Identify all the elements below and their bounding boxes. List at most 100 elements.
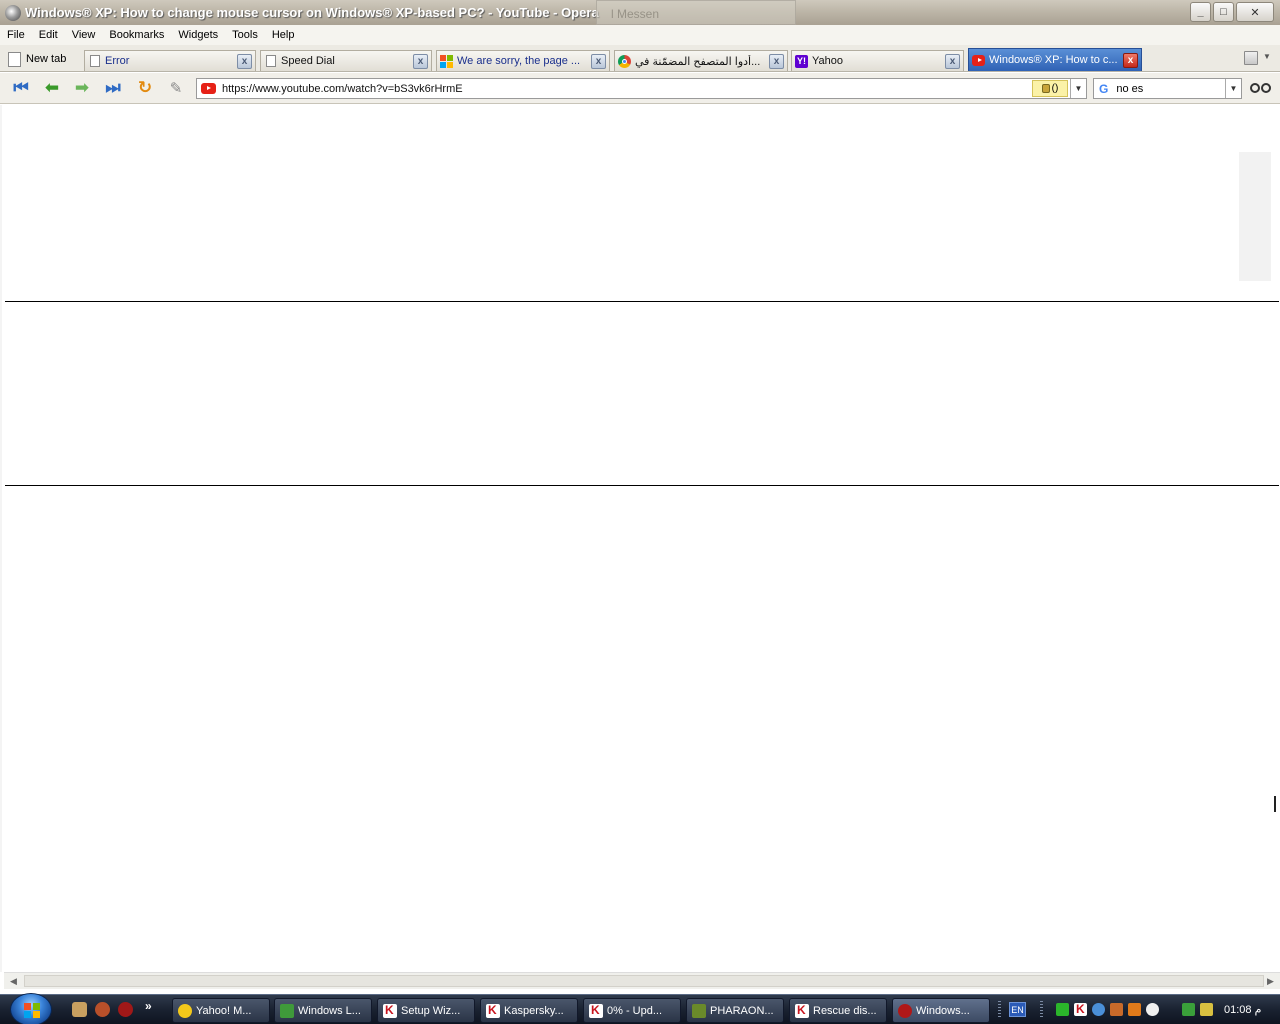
network-icon[interactable] [1182, 1003, 1195, 1016]
taskbar-button-label: Kaspersky... [504, 1004, 564, 1017]
tab-label: أدوا المتصفح المضمّنة في... [635, 55, 761, 68]
youtube-icon [972, 54, 985, 67]
kaspersky-icon [383, 1003, 397, 1018]
menu-view[interactable]: View [65, 29, 103, 41]
taskbar-pharaon[interactable]: PHARAON... [686, 998, 784, 1023]
close-window-button[interactable]: ✕ [1236, 2, 1274, 22]
messenger-tray-icon[interactable] [1092, 1003, 1105, 1016]
taskbar-button-label: PHARAON... [710, 1004, 774, 1017]
google-icon[interactable]: G [1099, 82, 1108, 96]
taskbar-button-label: Yahoo! M... [196, 1004, 252, 1017]
close-icon[interactable]: x [591, 53, 606, 69]
quick-launch-more-icon[interactable]: » [145, 999, 152, 1013]
taskbar-button-label: Windows... [916, 1004, 970, 1017]
quick-launch-icon[interactable] [72, 1002, 87, 1017]
tab-arabic[interactable]: أدوا المتصفح المضمّنة في... x [614, 50, 788, 71]
content-left-edge [0, 105, 2, 972]
maximize-button[interactable]: □ [1213, 2, 1234, 22]
menu-tools[interactable]: Tools [225, 29, 265, 41]
tab-yahoo[interactable]: Y! Yahoo x [791, 50, 964, 71]
start-button[interactable] [10, 993, 52, 1024]
page-icon [88, 55, 101, 68]
close-icon[interactable]: x [413, 53, 428, 69]
yahoo-messenger-icon [178, 1003, 192, 1018]
menu-edit[interactable]: Edit [32, 29, 65, 41]
page-content[interactable] [0, 105, 1280, 972]
opera-icon [898, 1003, 912, 1018]
chevron-down-icon[interactable]: ▼ [1070, 79, 1086, 98]
chevron-down-icon[interactable]: ▼ [1225, 79, 1241, 98]
fast-forward-icon[interactable]: ⏭ [102, 78, 124, 98]
search-query[interactable]: no es [1116, 83, 1225, 95]
taskbar-button-label: 0% - Upd... [607, 1004, 663, 1017]
back-icon[interactable]: ⬅ [41, 78, 63, 98]
tab-we-are-sorry[interactable]: We are sorry, the page ... x [436, 50, 610, 71]
taskbar-grip[interactable] [1040, 1001, 1043, 1019]
rewind-icon[interactable]: ⏮ [10, 78, 32, 98]
tab-label: Yahoo [812, 55, 843, 67]
tray-icon[interactable] [1128, 1003, 1141, 1016]
lock-icon [1041, 84, 1050, 93]
menu-widgets[interactable]: Widgets [171, 29, 225, 41]
divider-line [5, 301, 1279, 302]
chevron-down-icon[interactable]: ▼ [1263, 52, 1271, 61]
address-field[interactable]: https://www.youtube.com/watch?v=bS3vk6rH… [196, 78, 1087, 99]
menu-help[interactable]: Help [265, 29, 302, 41]
tray-icon[interactable] [1146, 1003, 1159, 1016]
green-flag-icon[interactable] [1056, 1003, 1069, 1016]
menu-bookmarks[interactable]: Bookmarks [102, 29, 171, 41]
security-badge[interactable]: () [1032, 80, 1068, 97]
scroll-right-icon[interactable]: ▶ [1267, 976, 1274, 987]
menu-bar: File Edit View Bookmarks Widgets Tools H… [0, 25, 1280, 45]
menu-file[interactable]: File [0, 29, 32, 41]
quick-launch-icon[interactable] [95, 1002, 110, 1017]
taskbar-yahoo-messenger[interactable]: Yahoo! M... [172, 998, 270, 1023]
taskbar-kaspersky[interactable]: Kaspersky... [480, 998, 578, 1023]
system-clock[interactable]: 01:08 م [1224, 1003, 1261, 1016]
minimize-button[interactable]: _ [1190, 2, 1211, 22]
window-controls: _ □ ✕ [1190, 2, 1274, 22]
url-text[interactable]: https://www.youtube.com/watch?v=bS3vk6rH… [222, 83, 463, 95]
new-tab-button[interactable]: New tab [8, 49, 66, 69]
kaspersky-icon [795, 1003, 809, 1018]
reload-icon[interactable]: ↻ [134, 78, 156, 98]
divider-line [5, 485, 1279, 486]
tab-label: We are sorry, the page ... [457, 55, 581, 67]
opera-icon[interactable] [118, 1002, 133, 1017]
youtube-icon [201, 83, 216, 94]
taskbar-opera[interactable]: Windows... [892, 998, 990, 1023]
tab-label: Windows® XP: How to c... [989, 54, 1118, 66]
kaspersky-tray-icon[interactable] [1074, 1002, 1087, 1016]
language-indicator[interactable]: EN [1009, 1002, 1026, 1017]
search-field[interactable]: G no es ▼ [1093, 78, 1242, 99]
forward-icon[interactable]: ➡ [71, 78, 93, 98]
tab-error[interactable]: Error x [84, 50, 256, 71]
scroll-left-icon[interactable]: ◀ [10, 976, 17, 987]
power-icon[interactable] [1200, 1003, 1213, 1016]
title-bar[interactable]: Windows® XP: How to change mouse cursor … [0, 0, 1280, 25]
horizontal-scrollbar[interactable]: ◀ ▶ [4, 972, 1280, 989]
close-icon[interactable]: x [769, 53, 784, 69]
address-right-controls: () ▼ [1032, 79, 1086, 98]
close-icon[interactable]: x [237, 53, 252, 69]
taskbar-windows-live[interactable]: Windows L... [274, 998, 372, 1023]
ghost-window-label: l Messen [611, 7, 660, 21]
close-icon[interactable]: x [945, 53, 960, 69]
taskbar-grip[interactable] [998, 1001, 1001, 1019]
taskbar-rescue-disk[interactable]: Rescue dis... [789, 998, 887, 1023]
edit-pencil-icon[interactable]: ✎ [165, 78, 187, 98]
mouse-cursor-icon [1274, 796, 1280, 812]
opera-app-icon [5, 4, 21, 21]
pharaon-icon [692, 1003, 706, 1018]
taskbar-button-label: Rescue dis... [813, 1004, 877, 1017]
taskbar-update[interactable]: 0% - Upd... [583, 998, 681, 1023]
trash-icon[interactable] [1244, 51, 1258, 65]
tab-label: Error [105, 55, 130, 67]
close-icon[interactable]: x [1123, 52, 1138, 68]
tab-youtube-active[interactable]: Windows® XP: How to c... x [968, 48, 1142, 71]
tab-speed-dial[interactable]: Speed Dial x [260, 50, 432, 71]
tray-icon[interactable] [1110, 1003, 1123, 1016]
taskbar-setup-wizard[interactable]: Setup Wiz... [377, 998, 475, 1023]
scrollbar-thumb[interactable] [24, 975, 1264, 987]
glasses-icon[interactable] [1249, 81, 1273, 97]
